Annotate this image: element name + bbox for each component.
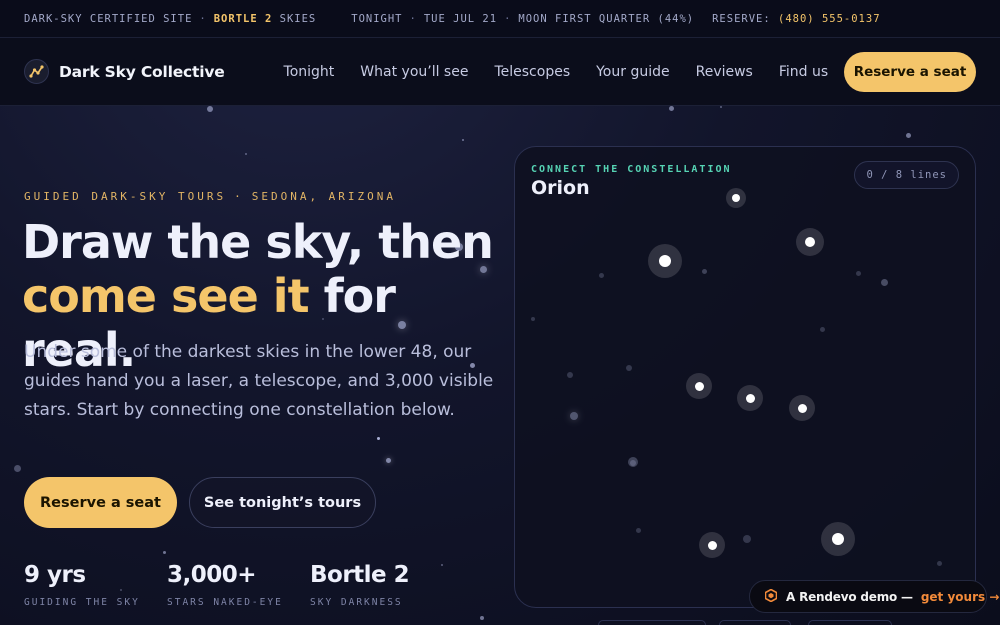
stat-value: Bortle 2	[310, 562, 410, 588]
hero-eyebrow: GUIDED DARK-SKY TOURS · SEDONA, ARIZONA	[24, 190, 397, 203]
constellation-star[interactable]	[789, 395, 815, 421]
nav-link-telescopes[interactable]: Telescopes	[494, 64, 570, 80]
stat-label: SKY DARKNESS	[310, 597, 403, 608]
constellation-star[interactable]	[726, 188, 746, 208]
brand-name: Dark Sky Collective	[59, 62, 225, 81]
hero-description: Under some of the darkest skies in the l…	[24, 342, 494, 420]
eyebrow-tours: GUIDED DARK-SKY TOURS	[24, 190, 227, 203]
nav-links: Tonight What you’ll see Telescopes Your …	[284, 64, 855, 80]
stat-years: 9 yrs GUIDING THE SKY	[24, 562, 140, 608]
reserve-seat-button[interactable]: Reserve a seat	[24, 477, 177, 528]
stat-stars: 3,000+ STARS NAKED-EYE	[167, 562, 283, 608]
constellation-game-card[interactable]: CONNECT THE CONSTELLATION Orion 0 / 8 li…	[514, 146, 976, 608]
phone-link[interactable]: (480) 555-0137	[778, 13, 881, 25]
eyebrow-location: SEDONA, ARIZONA	[251, 190, 397, 203]
nav-link-tonight[interactable]: Tonight	[284, 64, 335, 80]
stat-label: GUIDING THE SKY	[24, 597, 140, 608]
constellation-star[interactable]	[796, 228, 824, 256]
badge-text: A Rendevo demo —	[786, 589, 913, 604]
stat-value: 9 yrs	[24, 562, 86, 588]
reserve-label: RESERVE:	[712, 12, 771, 25]
nav-link-find-us[interactable]: Find us	[779, 64, 828, 80]
stat-bortle: Bortle 2 SKY DARKNESS	[310, 562, 410, 608]
nav-link-reviews[interactable]: Reviews	[696, 64, 753, 80]
constellation-star[interactable]	[699, 532, 725, 558]
headline-line-1: Draw the sky, then	[22, 215, 494, 269]
card-control-hint	[808, 620, 892, 625]
stat-value: 3,000+	[167, 562, 257, 588]
get-yours-link[interactable]: get yours →	[921, 590, 1000, 604]
game-eyebrow: CONNECT THE CONSTELLATION	[531, 164, 732, 175]
lines-counter: 0 / 8 lines	[854, 161, 959, 189]
constellation-logo-icon	[24, 59, 49, 84]
constellation-name: Orion	[531, 177, 590, 199]
constellation-star[interactable]	[821, 522, 855, 556]
see-tours-button[interactable]: See tonight’s tours	[189, 477, 376, 528]
rendevo-logo-icon	[764, 588, 778, 605]
nav-link-what-youll-see[interactable]: What you’ll see	[360, 64, 468, 80]
constellation-star[interactable]	[648, 244, 682, 278]
dark-sky-site-label: DARK-SKY CERTIFIED SITE	[24, 12, 193, 25]
constellation-star[interactable]	[686, 373, 712, 399]
stat-label: STARS NAKED-EYE	[167, 597, 283, 608]
date-label: TUE JUL 21	[423, 12, 498, 25]
constellation-star[interactable]	[737, 385, 763, 411]
tonight-label: TONIGHT	[351, 12, 403, 25]
bortle-value: BORTLE 2	[213, 12, 273, 25]
nav-reserve-button[interactable]: Reserve a seat	[844, 52, 976, 92]
card-control-hint	[719, 620, 791, 625]
headline-highlight: come see it	[22, 269, 310, 323]
moon-phase: MOON FIRST QUARTER (44%)	[518, 12, 695, 25]
nav-link-your-guide[interactable]: Your guide	[596, 64, 670, 80]
main-nav: Dark Sky Collective Tonight What you’ll …	[0, 38, 1000, 106]
top-info-bar: DARK-SKY CERTIFIED SITE · BORTLE 2 SKIES…	[0, 0, 1000, 38]
bortle-suffix: SKIES	[279, 12, 317, 25]
brand-home-link[interactable]: Dark Sky Collective	[24, 59, 225, 84]
rendevo-demo-badge[interactable]: A Rendevo demo — get yours →	[749, 580, 999, 613]
card-control-hint	[598, 620, 706, 625]
